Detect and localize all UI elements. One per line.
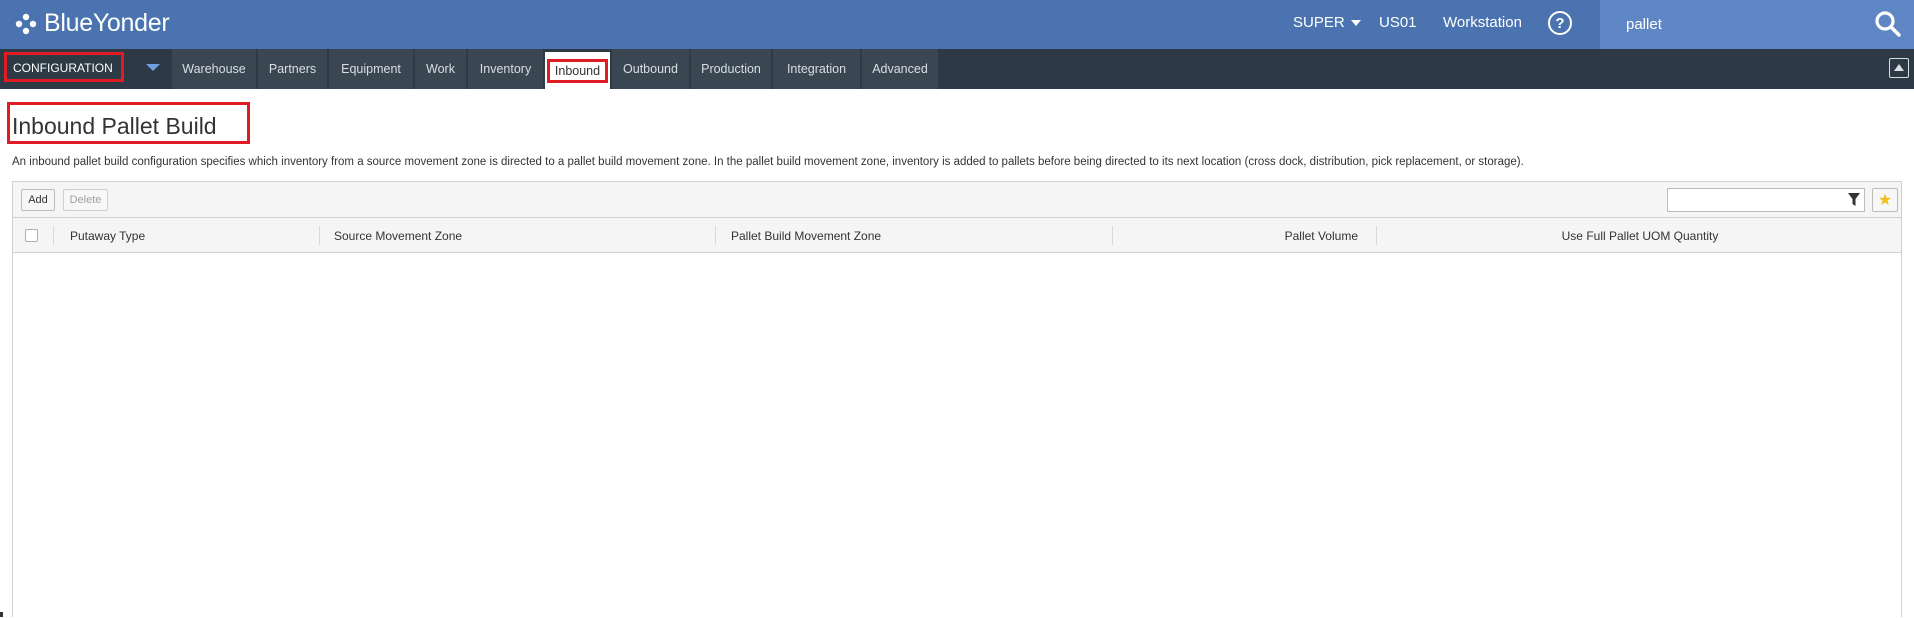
tab-label: Advanced xyxy=(872,62,928,76)
collapse-icon[interactable] xyxy=(1889,58,1909,78)
tab-label: Work xyxy=(426,62,455,76)
grid-body xyxy=(13,254,1901,618)
add-button[interactable]: Add xyxy=(21,189,55,211)
brand-name: BlueYonder xyxy=(44,9,170,37)
column-header-source-movement-zone[interactable]: Source Movement Zone xyxy=(334,218,462,253)
favorite-star-icon[interactable]: ★ xyxy=(1872,188,1898,212)
warehouse-id: US01 xyxy=(1379,14,1417,31)
tab-label: Inventory xyxy=(479,62,532,76)
tab-label: Inbound xyxy=(546,58,609,83)
help-icon[interactable]: ? xyxy=(1548,11,1572,35)
tab-label: Production xyxy=(701,62,761,76)
user-menu[interactable]: SUPER xyxy=(1293,14,1361,31)
search-icon[interactable] xyxy=(1874,10,1902,38)
grid-toolbar: Add Delete ★ xyxy=(13,182,1901,218)
tab-equipment[interactable]: Equipment xyxy=(329,49,414,89)
column-header-pallet-volume[interactable]: Pallet Volume xyxy=(1113,218,1358,253)
user-name: SUPER xyxy=(1293,14,1345,31)
page-description: An inbound pallet build configuration sp… xyxy=(12,156,1524,168)
window-edge xyxy=(0,612,3,617)
tab-label: Warehouse xyxy=(182,62,246,76)
warehouse-selector[interactable]: US01 xyxy=(1379,14,1417,31)
column-divider xyxy=(319,226,320,245)
tab-label: Outbound xyxy=(623,62,678,76)
column-divider xyxy=(53,226,54,245)
column-header-putaway-type[interactable]: Putaway Type xyxy=(70,218,145,253)
chevron-down-icon[interactable] xyxy=(146,64,160,71)
module-selector[interactable]: CONFIGURATION xyxy=(4,52,124,82)
tab-label: Integration xyxy=(786,62,847,76)
chevron-down-icon xyxy=(1350,19,1361,26)
grid-filter[interactable] xyxy=(1667,188,1865,212)
workstation-link[interactable]: Workstation xyxy=(1443,14,1522,31)
tab-warehouse[interactable]: Warehouse xyxy=(172,49,257,89)
delete-button[interactable]: Delete xyxy=(63,189,108,211)
tab-partners[interactable]: Partners xyxy=(258,49,328,89)
column-divider xyxy=(715,226,716,245)
pallet-build-grid: Add Delete ★ Putaway Type Source Movemen… xyxy=(12,181,1902,618)
blueyonder-logo[interactable]: BlueYonder xyxy=(14,9,170,38)
module-nav: CONFIGURATION Warehouse Partners Equipme… xyxy=(0,49,1914,89)
triangle-up-icon xyxy=(1894,64,1904,71)
tab-outbound[interactable]: Outbound xyxy=(612,49,690,89)
tab-production[interactable]: Production xyxy=(691,49,772,89)
column-header-label: Pallet Volume xyxy=(1284,228,1358,243)
select-all-checkbox[interactable] xyxy=(25,229,38,242)
search-input[interactable] xyxy=(1624,13,1844,35)
column-header-use-full-pallet-uom-quantity[interactable]: Use Full Pallet UOM Quantity xyxy=(1377,218,1903,253)
column-header-label: Use Full Pallet UOM Quantity xyxy=(1561,228,1719,243)
workstation-label: Workstation xyxy=(1443,14,1522,31)
tab-work[interactable]: Work xyxy=(415,49,467,89)
page-title: Inbound Pallet Build xyxy=(12,113,217,139)
top-header: BlueYonder SUPER US01 Workstation ? xyxy=(0,0,1914,49)
tab-inbound[interactable]: Inbound xyxy=(545,49,611,89)
grid-header: Putaway Type Source Movement Zone Pallet… xyxy=(13,218,1901,253)
tab-advanced[interactable]: Advanced xyxy=(862,49,939,89)
module-selector-label: CONFIGURATION xyxy=(13,61,113,75)
filter-icon[interactable] xyxy=(1848,193,1860,207)
tab-inventory[interactable]: Inventory xyxy=(468,49,544,89)
blueyonder-logo-icon xyxy=(15,13,37,34)
tab-label: Partners xyxy=(268,62,317,76)
global-search xyxy=(1600,0,1914,49)
tab-integration[interactable]: Integration xyxy=(773,49,861,89)
tab-label: Equipment xyxy=(341,62,401,76)
column-header-pallet-build-movement-zone[interactable]: Pallet Build Movement Zone xyxy=(731,218,881,253)
